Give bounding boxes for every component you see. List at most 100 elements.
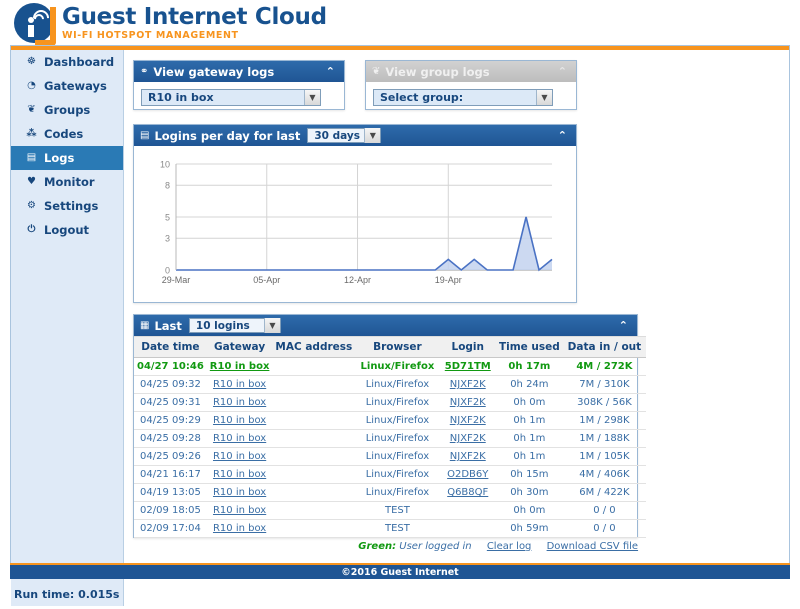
panel-body: 03581029-Mar05-Apr12-Apr19-Apr [134, 146, 576, 300]
cell-date: 04/25 09:26 [134, 448, 207, 466]
sidebar-item-label: Gateways [44, 79, 107, 93]
cell-mac [272, 448, 355, 466]
power-icon: ⏻ [25, 225, 38, 235]
sidebar-item-settings[interactable]: ⚙Settings [11, 194, 123, 218]
chart-line [176, 217, 552, 270]
clear-log-link[interactable]: Clear log [487, 541, 532, 552]
bar-chart-icon: ▤ [140, 131, 149, 141]
x-tick-label: 29-Mar [162, 275, 191, 285]
gateway-select-value: R10 in box [148, 91, 300, 104]
sidebar-item-codes[interactable]: ⁂Codes [11, 122, 123, 146]
logins-per-day-panel: ▤ Logins per day for last 30 days ▼ ⌃ 0 3… [133, 124, 577, 303]
sidebar-item-gateways[interactable]: ◔Gateways [11, 74, 123, 98]
login-link[interactable]: NJXF2K [450, 415, 486, 426]
chevron-down-icon: ▼ [364, 128, 380, 143]
cell-login: NJXF2K [440, 430, 496, 448]
cell-browser: Linux/Firefox [355, 394, 439, 412]
download-csv-link[interactable]: Download CSV file [547, 541, 638, 552]
gateway-link[interactable]: R10 in box [213, 451, 266, 462]
table-row: 04/21 16:17R10 in boxLinux/FirefoxO2DB6Y… [134, 466, 646, 484]
cell-mac [272, 412, 355, 430]
collapse-icon[interactable]: ⌃ [555, 66, 570, 77]
panel-header: ▦ Last 10 logins ▼ ⌃ [134, 315, 637, 336]
cell-date: 04/21 16:17 [134, 466, 207, 484]
login-link[interactable]: NJXF2K [450, 433, 486, 444]
gateway-link[interactable]: R10 in box [213, 487, 266, 498]
sidebar-item-label: Logout [44, 223, 89, 237]
group-select[interactable]: Select group: ▼ [373, 89, 553, 106]
cell-data: 308K / 56K [563, 394, 646, 412]
login-link[interactable]: NJXF2K [450, 379, 486, 390]
logins-count-select[interactable]: 10 logins ▼ [189, 318, 281, 333]
cell-mac [272, 520, 355, 538]
y-tick-label: 5 [165, 213, 170, 223]
column-header-data: Data in / out [563, 337, 646, 358]
sidebar-item-label: Settings [44, 199, 98, 213]
groups-icon: ❦ [25, 105, 38, 115]
login-link[interactable]: NJXF2K [450, 451, 486, 462]
view-gateway-logs-panel: ⚭ View gateway logs ⌃ R10 in box ▼ [133, 60, 345, 110]
gateway-link[interactable]: R10 in box [213, 379, 266, 390]
table-row: 02/09 17:04R10 in boxTEST0h 59m0 / 0 [134, 520, 646, 538]
cell-mac [272, 484, 355, 502]
login-link[interactable]: O2DB6Y [447, 469, 488, 480]
table-row: 04/19 13:05R10 in boxLinux/FirefoxQ6B8QF… [134, 484, 646, 502]
gateway-link[interactable]: R10 in box [213, 505, 266, 516]
cell-login: NJXF2K [440, 376, 496, 394]
cell-browser: Linux/Firefox [355, 412, 439, 430]
gateway-link[interactable]: R10 in box [213, 469, 266, 480]
gateway-link[interactable]: R10 in box [213, 415, 266, 426]
cell-time: 0h 24m [496, 376, 563, 394]
cell-date: 02/09 18:05 [134, 502, 207, 520]
panel-title: View group logs [385, 65, 489, 79]
sidebar-item-monitor[interactable]: ♥Monitor [11, 170, 123, 194]
table-row: 04/25 09:29R10 in boxLinux/FirefoxNJXF2K… [134, 412, 646, 430]
column-header-login: Login [440, 337, 496, 358]
cell-gateway: R10 in box [207, 394, 273, 412]
sidebar-item-logs[interactable]: ▤Logs [11, 146, 123, 170]
gateway-link[interactable]: R10 in box [213, 433, 266, 444]
cell-data: 1M / 298K [563, 412, 646, 430]
collapse-icon[interactable]: ⌃ [323, 66, 338, 77]
cell-mac [272, 430, 355, 448]
cell-gateway: R10 in box [207, 502, 273, 520]
panel-header: ▤ Logins per day for last 30 days ▼ ⌃ [134, 125, 576, 146]
cell-time: 0h 15m [496, 466, 563, 484]
gateway-link[interactable]: R10 in box [213, 523, 266, 534]
dashboard-icon: ☸ [25, 57, 38, 67]
cell-browser: Linux/Firefox [355, 484, 439, 502]
cell-time: 0h 30m [496, 484, 563, 502]
gateway-select[interactable]: R10 in box ▼ [141, 89, 321, 106]
codes-icon: ⁂ [25, 129, 38, 139]
groups-icon: ❦ [372, 67, 380, 77]
y-tick-label: 0 [165, 266, 170, 276]
cell-mac [272, 376, 355, 394]
panel-title: Last [154, 319, 181, 333]
cell-gateway: R10 in box [207, 430, 273, 448]
y-tick-label: 3 [165, 234, 170, 244]
sidebar-item-logout[interactable]: ⏻ Logout [11, 218, 123, 242]
collapse-icon[interactable]: ⌃ [555, 130, 570, 141]
logo-text: Guest Internet Cloud WI-FI HOTSPOT MANAG… [62, 6, 327, 41]
cell-login: NJXF2K [440, 448, 496, 466]
gateway-link[interactable]: R10 in box [210, 361, 270, 372]
panel-body: Date timeGatewayMAC addressBrowserLoginT… [134, 336, 637, 555]
gateway-link[interactable]: R10 in box [213, 397, 266, 408]
cell-login: O2DB6Y [440, 466, 496, 484]
sidebar-item-groups[interactable]: ❦Groups [11, 98, 123, 122]
sidebar-item-dashboard[interactable]: ☸Dashboard [11, 50, 123, 74]
login-link[interactable]: 5D71TM [445, 361, 491, 372]
y-tick-label: 10 [160, 160, 170, 170]
sidebar-item-label: Monitor [44, 175, 95, 189]
view-group-logs-panel: ❦ View group logs ⌃ Select group: ▼ [365, 60, 577, 110]
table-row: 04/25 09:32R10 in boxLinux/FirefoxNJXF2K… [134, 376, 646, 394]
login-link[interactable]: Q6B8QF [447, 487, 488, 498]
guest-internet-logo-icon [14, 3, 54, 43]
x-tick-label: 12-Apr [344, 275, 371, 285]
chart-range-select[interactable]: 30 days ▼ [307, 128, 381, 143]
collapse-icon[interactable]: ⌃ [616, 320, 631, 331]
sidebar: ☸Dashboard◔Gateways❦Groups⁂Codes▤Logs♥Mo… [11, 50, 124, 606]
cell-login: NJXF2K [440, 394, 496, 412]
cell-login [440, 520, 496, 538]
login-link[interactable]: NJXF2K [450, 397, 486, 408]
